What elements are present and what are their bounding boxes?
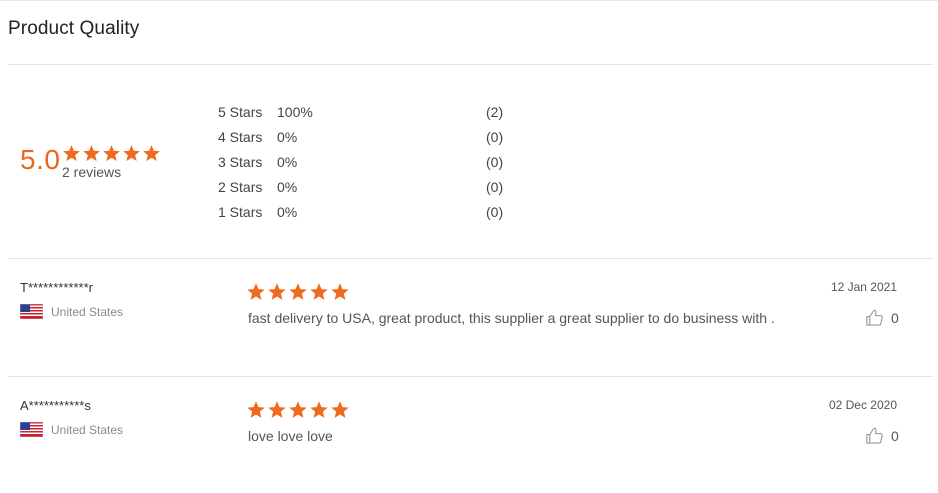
- reviewer-country: United States: [20, 304, 123, 319]
- reviewer-name: A***********s: [20, 398, 91, 413]
- star-icon: [288, 400, 308, 420]
- star-icon: [246, 282, 266, 302]
- reviews-count: 2 reviews: [62, 164, 122, 180]
- star-icon: [309, 400, 329, 420]
- star-icon: [122, 144, 141, 163]
- product-quality-section: Product Quality 5.0 2 reviews 5 Stars 10…: [0, 0, 938, 493]
- review-text: love love love: [248, 428, 333, 444]
- star-icon: [142, 144, 161, 163]
- distribution-percent: 0%: [277, 129, 298, 145]
- review-item: A***********s United States love love lo…: [0, 398, 938, 493]
- review-item: T************r United States fast delive…: [0, 280, 938, 390]
- distribution-percent: 100%: [277, 104, 313, 120]
- distribution-count: (2): [486, 104, 504, 120]
- reviewer-name: T************r: [20, 280, 93, 295]
- review-date: 02 Dec 2020: [828, 398, 897, 412]
- star-icon: [330, 282, 350, 302]
- average-rating-score: 5.0: [20, 144, 61, 175]
- rating-distribution-row-4: 4 Stars 0% (0): [218, 129, 518, 149]
- rating-distribution-row-2: 2 Stars 0% (0): [218, 179, 518, 199]
- star-icon: [267, 282, 287, 302]
- us-flag-icon: [20, 422, 43, 437]
- rating-distribution-row-1: 1 Stars 0% (0): [218, 204, 518, 224]
- review-stars: [246, 400, 350, 420]
- distribution-count: (0): [486, 204, 504, 220]
- star-icon: [82, 144, 101, 163]
- country-name: United States: [51, 422, 124, 437]
- helpful-count: 0: [891, 309, 899, 326]
- distribution-label: 3 Stars: [218, 154, 263, 170]
- divider: [8, 64, 933, 65]
- divider: [8, 376, 933, 377]
- average-rating-stars: [62, 144, 161, 163]
- distribution-label: 2 Stars: [218, 179, 263, 195]
- star-icon: [102, 144, 121, 163]
- distribution-label: 5 Stars: [218, 104, 263, 120]
- section-title: Product Quality: [8, 18, 140, 39]
- distribution-percent: 0%: [277, 204, 298, 220]
- helpful-count: 0: [891, 427, 899, 444]
- distribution-count: (0): [486, 129, 504, 145]
- star-icon: [246, 400, 266, 420]
- distribution-label: 4 Stars: [218, 129, 263, 145]
- us-flag-icon: [20, 304, 43, 319]
- star-icon: [309, 282, 329, 302]
- helpful-button[interactable]: 0: [865, 426, 899, 445]
- distribution-percent: 0%: [277, 179, 298, 195]
- helpful-button[interactable]: 0: [865, 308, 899, 327]
- star-icon: [62, 144, 81, 163]
- rating-distribution-row-3: 3 Stars 0% (0): [218, 154, 518, 174]
- review-stars: [246, 282, 350, 302]
- distribution-label: 1 Stars: [218, 204, 263, 220]
- thumbs-up-icon[interactable]: [865, 426, 884, 445]
- review-text: fast delivery to USA, great product, thi…: [248, 310, 775, 326]
- country-name: United States: [51, 304, 124, 319]
- rating-distribution-row-5: 5 Stars 100% (2): [218, 104, 518, 124]
- star-icon: [288, 282, 308, 302]
- star-icon: [330, 400, 350, 420]
- distribution-count: (0): [486, 179, 504, 195]
- review-date: 12 Jan 2021: [830, 280, 897, 294]
- distribution-count: (0): [486, 154, 504, 170]
- star-icon: [267, 400, 287, 420]
- divider: [8, 258, 933, 259]
- distribution-percent: 0%: [277, 154, 298, 170]
- reviewer-country: United States: [20, 422, 123, 437]
- thumbs-up-icon[interactable]: [865, 308, 884, 327]
